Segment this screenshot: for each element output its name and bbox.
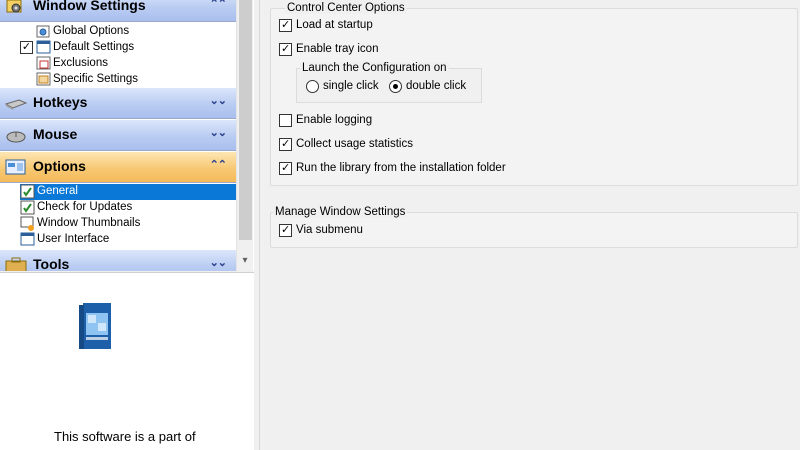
chevron-up-icon[interactable]: ⌃⌃ [210,158,227,171]
product-box-icon [79,303,111,349]
tools-icon [5,257,27,271]
checkmark-icon: ✓ [281,224,291,236]
promo-panel: This software is a part of [0,272,254,450]
radio-label: double click [406,80,467,92]
group-title: Hotkeys [33,94,88,110]
general-icon [20,184,35,199]
window-settings-icon [6,0,22,13]
exclusions-icon [36,56,51,70]
default-settings-icon [36,40,51,54]
nav-item-label: Global Options [53,25,130,37]
double-click-radio[interactable]: double click [389,79,479,95]
checkbox-box[interactable] [279,114,292,127]
enable-logging-checkbox[interactable]: Enable logging [279,113,479,129]
radio-circle[interactable] [306,80,319,93]
chevron-down-icon[interactable]: ⌄⌄ [210,256,227,269]
nav-item-label: Specific Settings [53,73,139,85]
scrollbar-thumb[interactable] [239,0,252,240]
checkmark-icon: ✓ [281,138,291,150]
radio-label: single click [323,80,379,92]
nav-item-window-thumbnails[interactable]: Window Thumbnails [20,216,236,232]
nav-item-label: Exclusions [53,57,108,69]
radio-circle[interactable] [389,80,402,93]
group-header-options[interactable]: Options ⌃⌃ [0,152,236,183]
nav-item-specific-settings[interactable]: Specific Settings [36,72,236,88]
control-center-title: Control Center Options [285,2,407,14]
group-header-mouse[interactable]: Mouse ⌄⌄ [0,120,236,151]
window-thumbnails-icon [20,216,34,231]
group-header-window-settings[interactable]: Window Settings ⌃⌃ [0,0,236,22]
app-window: Window Settings ⌃⌃ Global Options ✓ Defa… [0,0,800,450]
checkbox-label: Collect usage statistics [296,138,413,150]
nav-item-global-options[interactable]: Global Options [36,24,236,40]
checkbox-box[interactable]: ✓ [279,19,292,32]
user-interface-icon [20,232,35,246]
keyboard-icon [5,99,27,110]
checkbox-label: Via submenu [296,224,363,236]
specific-settings-icon [36,72,51,86]
checkmark-icon: ✓ [281,162,291,174]
via-submenu-checkbox[interactable]: ✓ Via submenu [279,223,479,239]
options-icon [5,159,26,175]
default-settings-checkbox[interactable]: ✓ [20,41,33,54]
chevron-down-icon[interactable]: ⌄⌄ [210,126,227,139]
nav-scrollbar[interactable]: ▾ [236,0,253,271]
group-title: Tools [33,256,70,271]
nav-item-exclusions[interactable]: Exclusions [36,56,236,72]
check-updates-icon [20,200,35,215]
launch-config-title: Launch the Configuration on [300,62,449,74]
promo-text: This software is a part of [54,429,196,444]
global-options-icon [36,25,50,38]
nav-item-label: General [37,185,78,197]
chevron-down-icon[interactable]: ⌄⌄ [210,94,227,107]
collect-usage-statistics-checkbox[interactable]: ✓ Collect usage statistics [279,137,529,153]
manage-window-settings-title: Manage Window Settings [273,206,408,218]
checkbox-label: Enable tray icon [296,43,379,55]
checkbox-label: Run the library from the installation fo… [296,162,506,174]
nav-item-label: User Interface [37,233,110,245]
load-at-startup-checkbox[interactable]: ✓ Load at startup [279,18,479,34]
nav-item-label: Check for Updates [37,201,133,213]
checkmark-icon: ✓ [281,43,291,55]
checkmark-icon: ✓ [281,19,291,31]
navigation-tree: Window Settings ⌃⌃ Global Options ✓ Defa… [0,0,254,271]
checkbox-box[interactable]: ✓ [279,138,292,151]
nav-item-label: Window Thumbnails [37,217,141,229]
settings-content: Control Center Options ✓ Load at startup… [261,0,800,450]
nav-item-check-for-updates[interactable]: Check for Updates [20,200,236,216]
checkbox-label: Load at startup [296,19,373,31]
chevron-up-icon[interactable]: ⌃⌃ [210,0,227,10]
group-title: Mouse [33,126,78,142]
single-click-radio[interactable]: single click [306,79,386,95]
group-title: Window Settings [33,0,146,13]
nav-item-default-settings[interactable]: Default Settings [36,40,236,56]
checkbox-label: Enable logging [296,114,373,126]
run-library-checkbox[interactable]: ✓ Run the library from the installation … [279,161,579,177]
pane-splitter[interactable] [254,0,260,450]
group-header-hotkeys[interactable]: Hotkeys ⌄⌄ [0,88,236,119]
group-title: Options [33,158,86,174]
checkbox-box[interactable]: ✓ [279,43,292,56]
nav-item-label: Default Settings [53,41,135,53]
radio-selected-dot [393,84,398,89]
mouse-icon [6,131,26,143]
nav-item-general[interactable]: General [20,184,236,200]
enable-tray-icon-checkbox[interactable]: ✓ Enable tray icon [279,42,479,58]
checkbox-box[interactable]: ✓ [279,224,292,237]
group-header-tools[interactable]: Tools ⌄⌄ [0,250,236,271]
nav-item-user-interface[interactable]: User Interface [20,232,236,248]
scroll-down-arrow-icon[interactable]: ▾ [237,253,253,269]
checkbox-box[interactable]: ✓ [279,162,292,175]
